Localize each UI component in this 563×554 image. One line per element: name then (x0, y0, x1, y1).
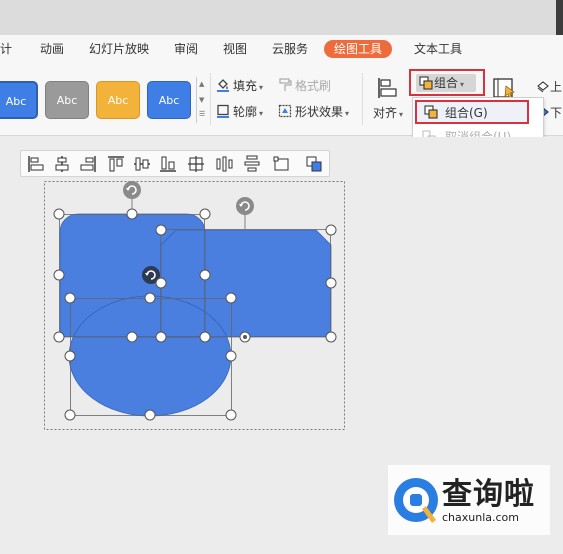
adjust-handle[interactable] (243, 335, 247, 339)
watermark-text: 查询啦 (442, 477, 535, 512)
ellipse-shape[interactable] (69, 296, 231, 416)
rotate-handle-icon[interactable] (123, 181, 141, 199)
watermark-url: chaxunla.com (442, 511, 519, 524)
rotate-handle-icon[interactable] (236, 197, 254, 215)
grouped-shapes[interactable] (60, 214, 331, 416)
